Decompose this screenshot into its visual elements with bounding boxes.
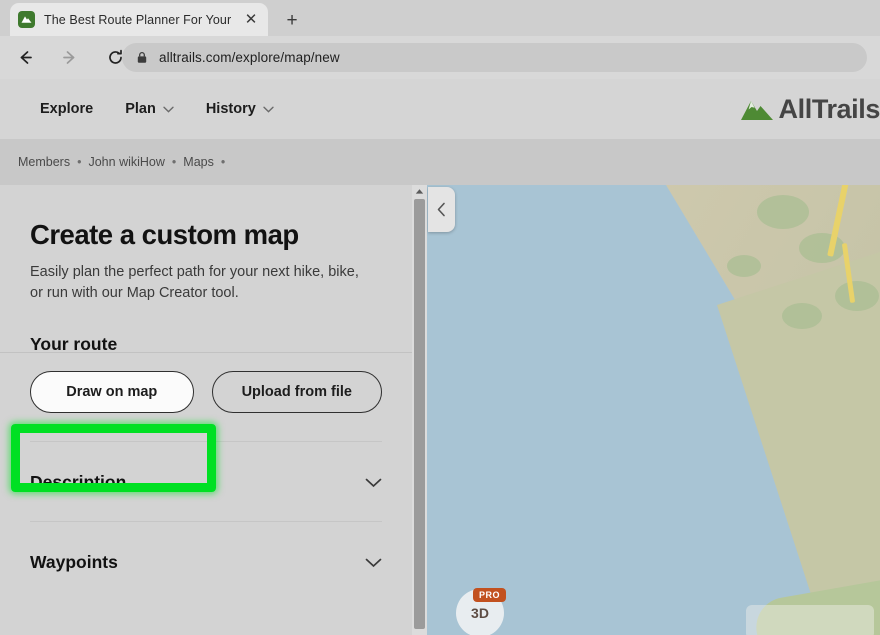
browser-tab[interactable]: The Best Route Planner For Your ✕ xyxy=(10,3,268,36)
site-header: Explore Plan History AllTrails xyxy=(0,79,880,139)
nav-item-explore[interactable]: Explore xyxy=(40,101,93,117)
map-layer-thumbnail[interactable] xyxy=(746,605,874,635)
breadcrumb-item-user[interactable]: John wikiHow xyxy=(88,155,164,169)
accordion-divider xyxy=(30,441,382,443)
address-bar[interactable]: alltrails.com/explore/map/new xyxy=(122,43,867,72)
nav-label-plan: Plan xyxy=(125,101,156,117)
nav-item-history[interactable]: History xyxy=(206,101,274,117)
back-icon[interactable] xyxy=(10,43,40,73)
accordion-divider xyxy=(30,521,382,523)
breadcrumb-separator: • xyxy=(220,155,226,169)
page-subtitle: Easily plan the perfect path for your ne… xyxy=(30,264,359,301)
map-creator-panel: Create a custom map Easily plan the perf… xyxy=(0,185,412,635)
map-canvas[interactable]: 3D PRO xyxy=(427,185,880,635)
scrollbar-thumb[interactable] xyxy=(414,199,425,629)
browser-toolbar: alltrails.com/explore/map/new xyxy=(0,36,880,79)
new-tab-button[interactable]: + xyxy=(280,8,304,32)
mountain-icon xyxy=(740,92,774,126)
nav-label-explore: Explore xyxy=(40,101,94,117)
close-icon[interactable]: ✕ xyxy=(242,11,260,29)
map-vegetation xyxy=(835,281,879,311)
forward-icon[interactable] xyxy=(54,43,84,73)
pro-badge: PRO xyxy=(473,588,507,602)
chevron-down-icon xyxy=(163,106,174,113)
scroll-up-icon[interactable] xyxy=(412,185,427,198)
upload-from-file-button[interactable]: Upload from file xyxy=(211,371,382,414)
breadcrumb-separator: • xyxy=(171,155,177,169)
collapse-panel-button[interactable] xyxy=(428,187,455,232)
nav-label-history: History xyxy=(205,101,256,117)
breadcrumb: Members • John wikiHow • Maps • xyxy=(0,139,880,185)
draw-on-map-button[interactable]: Draw on map xyxy=(30,371,194,414)
alltrails-favicon xyxy=(18,11,35,28)
breadcrumb-item-members[interactable]: Members xyxy=(18,155,70,169)
chevron-down-icon xyxy=(263,106,274,113)
alltrails-logo[interactable]: AllTrails xyxy=(740,92,880,126)
map-vegetation xyxy=(799,233,845,263)
map-vegetation xyxy=(757,195,809,229)
accordion-waypoints[interactable]: Waypoints xyxy=(30,552,382,573)
accordion-label-description: Description xyxy=(30,472,127,493)
browser-window: The Best Route Planner For Your ✕ + allt… xyxy=(0,0,880,635)
route-button-row: Draw on map Upload from file xyxy=(30,371,382,414)
accordion-label-waypoints: Waypoints xyxy=(30,552,118,573)
brand-text: AllTrails xyxy=(778,93,880,124)
chevron-down-icon xyxy=(365,558,382,568)
breadcrumb-item-maps[interactable]: Maps xyxy=(183,155,214,169)
panel-scrollbar[interactable] xyxy=(412,185,427,635)
nav-item-plan[interactable]: Plan xyxy=(125,101,174,117)
accordion-description[interactable]: Description xyxy=(30,472,382,493)
main-nav: Explore Plan History xyxy=(40,101,306,117)
page-title: Create a custom map xyxy=(30,219,299,250)
section-divider xyxy=(0,352,412,353)
tab-title: The Best Route Planner For Your xyxy=(44,12,232,27)
chevron-down-icon xyxy=(365,478,382,488)
map-vegetation xyxy=(782,303,822,329)
url-text: alltrails.com/explore/map/new xyxy=(159,50,340,65)
lock-icon xyxy=(136,51,148,64)
tab-strip: The Best Route Planner For Your ✕ + xyxy=(0,0,880,36)
map-vegetation xyxy=(727,255,761,277)
breadcrumb-separator: • xyxy=(77,155,82,169)
